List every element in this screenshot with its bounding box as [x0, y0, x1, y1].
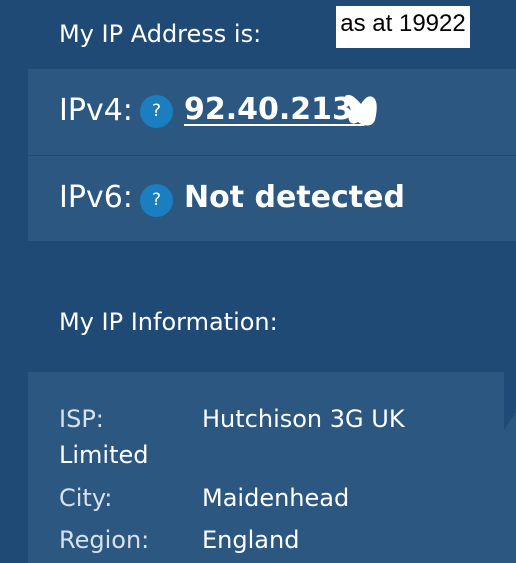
- ipv6-help-icon[interactable]: ?: [140, 184, 173, 217]
- ipv4-label: IPv4:: [59, 93, 133, 128]
- ipv6-row: IPv6: ? Not detected: [28, 156, 516, 241]
- ip-address-heading: My IP Address is:: [59, 20, 262, 48]
- region-label: Region:: [59, 526, 150, 554]
- ipv4-help-icon[interactable]: ?: [140, 95, 173, 128]
- ip-information-panel: ISP: Hutchison 3G UK Limited City: Maide…: [28, 372, 516, 563]
- date-stamp-label: as at 19922: [336, 6, 470, 48]
- ipv6-status: Not detected: [184, 180, 405, 215]
- panel-notch: [504, 372, 516, 430]
- isp-label: ISP:: [59, 405, 104, 433]
- city-value: Maidenhead: [202, 484, 350, 512]
- isp-value: Hutchison 3G UK: [202, 405, 405, 433]
- ip-information-heading: My IP Information:: [59, 308, 278, 336]
- ipv4-row: IPv4: ? 92.40.213.: [28, 69, 516, 155]
- ipv6-label: IPv6:: [59, 180, 133, 215]
- city-label: City:: [59, 484, 113, 512]
- isp-value-continued: Limited: [59, 441, 149, 469]
- region-value: England: [202, 526, 300, 554]
- ipv4-address-link[interactable]: 92.40.213.: [184, 92, 364, 127]
